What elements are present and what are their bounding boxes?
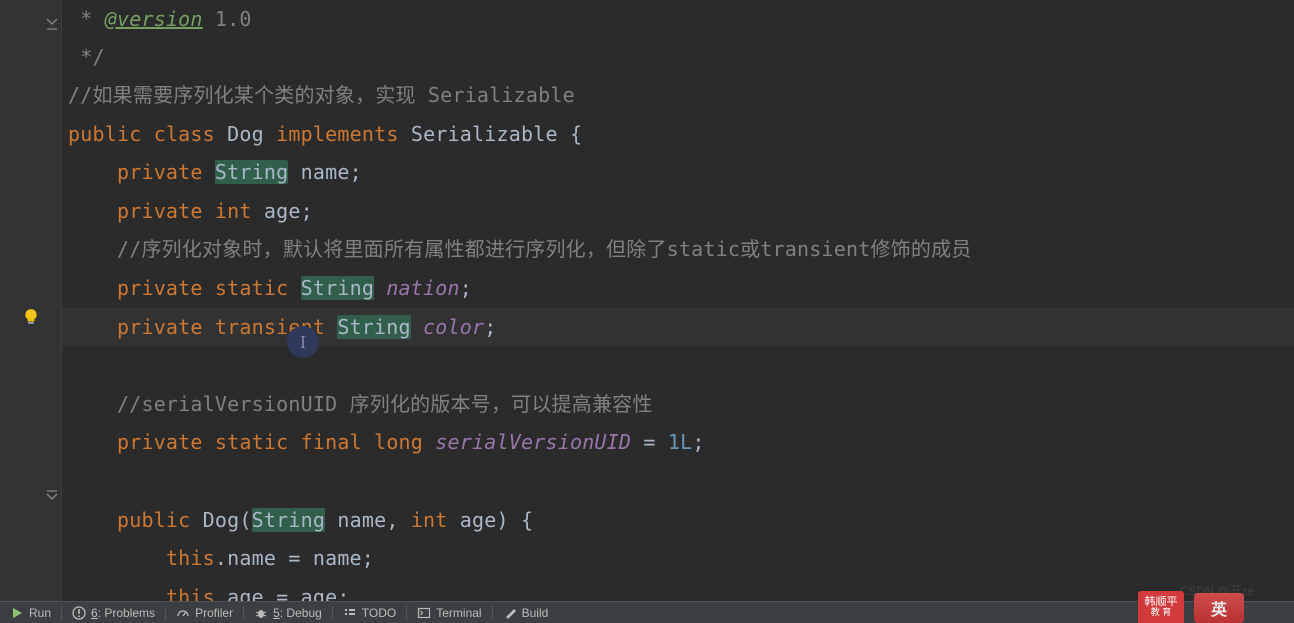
gauge-icon [176,606,190,620]
code-line: * @version 1.0 [62,0,1294,38]
problems-tool-button[interactable]: 6: Problems [62,602,165,623]
editor-wrap: * @version 1.0 */ //如果需要序列化某个类的对象，实现 Ser… [0,0,1294,601]
intention-bulb-icon[interactable] [0,298,61,337]
ime-indicator[interactable]: 英 [1194,593,1244,623]
hammer-icon [503,606,517,620]
code-line: private String name; [62,153,1294,192]
debug-tool-button[interactable]: 5: Debug [244,602,332,623]
profiler-tool-button[interactable]: Profiler [166,602,243,623]
code-line: //serialVersionUID 序列化的版本号，可以提高兼容性 [62,385,1294,424]
code-line: //如果需要序列化某个类的对象，实现 Serializable [62,76,1294,115]
code-line: private static final long serialVersionU… [62,423,1294,462]
todo-tool-button[interactable]: TODO [333,602,406,623]
code-line-empty [62,346,1294,385]
play-icon [10,606,24,620]
build-tool-button[interactable]: Build [493,602,559,623]
code-line: public Dog(String name, int age) { [62,501,1294,540]
bug-icon [254,606,268,620]
text-cursor-icon: I [287,326,319,358]
fold-end-icon[interactable] [46,18,58,30]
brand-badge: 韩顺平 教 育 [1138,591,1184,623]
warning-icon [72,606,86,620]
code-line: */ [62,38,1294,76]
code-line: //序列化对象时，默认将里面所有属性都进行序列化，但除了static或trans… [62,230,1294,269]
terminal-icon [417,606,431,620]
code-line: private int age; [62,192,1294,231]
terminal-tool-button[interactable]: Terminal [407,602,491,623]
list-icon [343,606,357,620]
gutter [0,0,62,601]
fold-start-icon[interactable] [46,490,58,502]
code-area[interactable]: * @version 1.0 */ //如果需要序列化某个类的对象，实现 Ser… [62,0,1294,601]
tool-window-bar: Run 6: Problems Profiler 5: Debug TODO T… [0,601,1294,623]
code-line-active: private transient String color; [62,308,1294,347]
code-line-empty [62,462,1294,501]
code-line: private static String nation; [62,269,1294,308]
code-line: public class Dog implements Serializable… [62,115,1294,154]
code-line: this.name = name; [62,539,1294,578]
run-tool-button[interactable]: Run [0,602,61,623]
